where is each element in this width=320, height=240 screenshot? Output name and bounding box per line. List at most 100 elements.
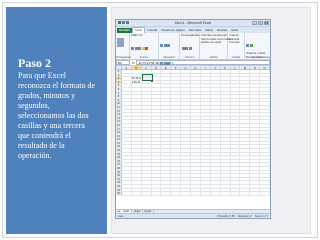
- cell-I18[interactable]: [201, 131, 211, 134]
- cell-L20[interactable]: [231, 138, 241, 141]
- cell-N21[interactable]: [250, 141, 261, 145]
- cell-G31[interactable]: [181, 177, 192, 181]
- cell-A2[interactable]: [122, 73, 132, 77]
- cell-N28[interactable]: [250, 167, 261, 170]
- cell-M17[interactable]: [240, 127, 251, 131]
- cell-K16[interactable]: [221, 123, 231, 127]
- cell-C8[interactable]: [142, 95, 152, 98]
- cell-G19[interactable]: [181, 134, 192, 138]
- cell-B28[interactable]: [132, 167, 142, 170]
- cell-J18[interactable]: [211, 131, 221, 134]
- cell-I11[interactable]: [201, 105, 211, 109]
- cell-G33[interactable]: [181, 185, 192, 188]
- cell-E26[interactable]: [161, 159, 172, 163]
- cell-J10[interactable]: [211, 102, 221, 105]
- cell-D21[interactable]: [152, 141, 162, 145]
- cell-L5[interactable]: [231, 84, 241, 87]
- cell-B22[interactable]: [132, 145, 142, 149]
- cell-I8[interactable]: [201, 95, 211, 98]
- cell-I6[interactable]: [201, 87, 211, 91]
- cell-N15[interactable]: [250, 120, 261, 123]
- cell-K13[interactable]: [221, 113, 231, 116]
- cell-E2[interactable]: [161, 73, 172, 77]
- cell-A30[interactable]: [122, 174, 132, 177]
- column-header[interactable]: M: [240, 66, 251, 70]
- cell-F25[interactable]: [171, 156, 182, 159]
- cell-D7[interactable]: [152, 91, 162, 95]
- cell-H21[interactable]: [191, 141, 201, 145]
- cell-J27[interactable]: [211, 163, 221, 167]
- cell-D26[interactable]: [152, 159, 162, 163]
- cell-L22[interactable]: [231, 145, 241, 149]
- cell-H30[interactable]: [191, 174, 201, 177]
- cell-N26[interactable]: [250, 159, 261, 163]
- cell-I13[interactable]: [201, 113, 211, 116]
- cell-F29[interactable]: [171, 170, 182, 174]
- cell-I19[interactable]: [201, 134, 211, 138]
- cell-N11[interactable]: [250, 105, 261, 109]
- cell-C19[interactable]: [142, 134, 152, 138]
- cell-G22[interactable]: [181, 145, 192, 149]
- cell-styles-button[interactable]: Estilos de celda: [201, 41, 226, 45]
- cell-M21[interactable]: [240, 141, 251, 145]
- cell-H34[interactable]: [191, 188, 201, 192]
- cell-H19[interactable]: [191, 134, 201, 138]
- close-button[interactable]: ×: [264, 21, 269, 25]
- cell-B31[interactable]: [132, 177, 142, 181]
- cell-F8[interactable]: [171, 95, 182, 98]
- cell-C25[interactable]: [142, 156, 152, 159]
- cell-E19[interactable]: [161, 134, 172, 138]
- cell-D11[interactable]: [152, 105, 162, 109]
- cell-F1[interactable]: [171, 70, 182, 73]
- cell-A13[interactable]: [122, 113, 132, 116]
- cell-A7[interactable]: [122, 91, 132, 95]
- cell-E21[interactable]: [161, 141, 172, 145]
- cell-E16[interactable]: [161, 123, 172, 127]
- cell-L13[interactable]: [231, 113, 241, 116]
- cell-I24[interactable]: [201, 152, 211, 156]
- cell-I20[interactable]: [201, 138, 211, 141]
- cell-A23[interactable]: [122, 149, 132, 152]
- cell-A25[interactable]: [122, 156, 132, 159]
- cell-E23[interactable]: [161, 149, 172, 152]
- cell-D28[interactable]: [152, 167, 162, 170]
- cell-H1[interactable]: [191, 70, 201, 73]
- cell-A21[interactable]: [122, 141, 132, 145]
- cell-M31[interactable]: [240, 177, 251, 181]
- cell-H23[interactable]: [191, 149, 201, 152]
- cell-D25[interactable]: [152, 156, 162, 159]
- cell-A24[interactable]: [122, 152, 132, 156]
- cell-F22[interactable]: [171, 145, 182, 149]
- cell-O17[interactable]: [260, 127, 270, 131]
- cell-M24[interactable]: [240, 152, 251, 156]
- cell-K18[interactable]: [221, 131, 231, 134]
- cell-I10[interactable]: [201, 102, 211, 105]
- cell-B18[interactable]: [132, 131, 142, 134]
- cell-M34[interactable]: [240, 188, 251, 192]
- cell-J16[interactable]: [211, 123, 221, 127]
- cell-M7[interactable]: [240, 91, 251, 95]
- cell-L3[interactable]: [231, 77, 241, 80]
- cell-A32[interactable]: [122, 181, 132, 184]
- cell-J7[interactable]: [211, 91, 221, 95]
- cell-A8[interactable]: [122, 95, 132, 98]
- worksheet-grid[interactable]: A B C D E F G H I J K L M N O 1 2 3 32.45.1…: [116, 66, 270, 196]
- column-header[interactable]: C: [142, 66, 152, 70]
- cell-N20[interactable]: [250, 138, 261, 141]
- cell-E22[interactable]: [161, 145, 172, 149]
- cell-B16[interactable]: [132, 123, 142, 127]
- cell-J15[interactable]: [211, 120, 221, 123]
- cell-G34[interactable]: [181, 188, 192, 192]
- cell-O26[interactable]: [260, 159, 270, 163]
- cell-L33[interactable]: [231, 185, 241, 188]
- cell-O25[interactable]: [260, 156, 270, 159]
- cell-D19[interactable]: [152, 134, 162, 138]
- cell-L9[interactable]: [231, 98, 241, 102]
- cell-E13[interactable]: [161, 113, 172, 116]
- cell-F19[interactable]: [171, 134, 182, 138]
- cell-A16[interactable]: [122, 123, 132, 127]
- cell-F14[interactable]: [171, 116, 182, 120]
- cell-L8[interactable]: [231, 95, 241, 98]
- font-name-select[interactable]: Calibri 11: [131, 33, 157, 38]
- cell-O22[interactable]: [260, 145, 270, 149]
